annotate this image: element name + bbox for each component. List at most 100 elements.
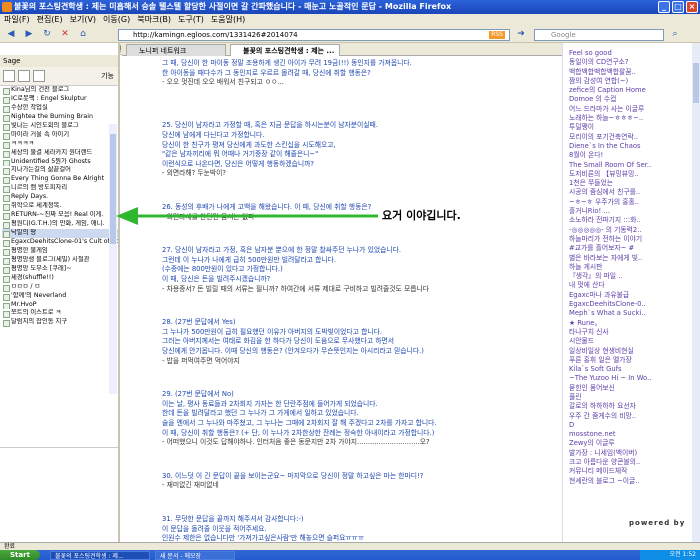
refresh-feeds-icon[interactable] — [3, 70, 15, 82]
blog-link[interactable]: 하늘마리가 전하는 이야기 — [569, 235, 684, 244]
blog-link[interactable]: 내 멋에 산다 — [569, 281, 684, 290]
minimize-button[interactable]: _ — [658, 1, 670, 13]
blog-link[interactable]: ★ Rune。 — [569, 319, 684, 328]
blog-link[interactable]: -◎◎◎◎◎- 의 기동력2.. — [569, 226, 684, 235]
feed-item[interactable]: 평명망생 블로그(세밀) 시절관 — [2, 256, 118, 265]
sage-options-button[interactable]: 기능 — [101, 71, 114, 83]
discover-feeds-icon[interactable] — [33, 70, 45, 82]
feed-item[interactable]: 세경(shuffle!!) — [2, 274, 118, 283]
feed-item[interactable]: 수상한 작업실 — [2, 104, 118, 113]
menu-item[interactable]: 보기(V) — [70, 15, 96, 24]
blog-link[interactable]: 『생각』의 파일 .. — [569, 272, 684, 281]
go-icon[interactable]: ➜ — [514, 28, 528, 41]
feed-item[interactable]: Reply Days. — [2, 193, 118, 203]
blog-link[interactable]: 시공의 줌심에서 친구를.. — [569, 188, 684, 197]
feed-item[interactable]: Unidentified 5뭔가 Ghosts — [2, 158, 118, 167]
blog-link[interactable]: Egaxc마나 과유불급 — [569, 291, 684, 300]
feed-item[interactable]: Nightea the Burning Brain — [2, 113, 118, 122]
back-icon[interactable]: ◀ — [4, 28, 18, 41]
blog-link[interactable]: 현셰란의 블로그 ~이글.. — [569, 477, 684, 486]
menu-item[interactable]: 이동(G) — [103, 15, 130, 24]
blog-link[interactable]: D — [569, 421, 684, 430]
blog-link[interactable]: The Small Room Of Ser.. — [569, 161, 684, 170]
feed-item[interactable]: Every Thing Gonna Be Alright — [2, 175, 118, 185]
blog-link[interactable]: 크고 아름다운 양콘볼의.. — [569, 458, 684, 467]
blog-link[interactable]: Meph`s What a Sucki.. — [569, 309, 684, 318]
menu-item[interactable]: 도구(T) — [178, 15, 204, 24]
rss-icon[interactable]: RSS — [489, 31, 505, 39]
blog-link[interactable]: 8월이 온다! — [569, 151, 684, 160]
feed-item[interactable]: 세상의 물결 세라카지 원더랜드 — [2, 149, 118, 158]
blog-link[interactable]: 일상비일상 현생비현실 — [569, 347, 684, 356]
blog-link[interactable]: 풀린 — [569, 393, 684, 402]
blog-link[interactable]: 커뮤니티 메이드체작 — [569, 467, 684, 476]
feed-item[interactable]: ㅁㅁㅁ / ㅁ — [2, 283, 118, 292]
browser-tab[interactable]: 노니퍼 네트워크 — [126, 44, 226, 56]
blog-link[interactable]: ~ㅎ~ㅎ 우주가의 홍홀.. — [569, 198, 684, 207]
blog-link[interactable]: 노래하는 하늘~ㅎㅎㅎ~.. — [569, 114, 684, 123]
feed-item[interactable]: '함께'의 Neverland — [2, 292, 118, 301]
feed-item[interactable]: 낙일의 땅 — [2, 229, 118, 238]
feed-item[interactable]: 평명한 물게임 — [2, 247, 118, 256]
blog-link[interactable]: Diene`s In the Chaos — [569, 142, 684, 151]
blog-link[interactable]: Domoe 의 수컵 — [569, 95, 684, 104]
blog-link[interactable]: 하늘 게시판 — [569, 263, 684, 272]
maximize-button[interactable]: □ — [672, 1, 684, 13]
close-button[interactable]: × — [686, 1, 698, 13]
blog-link[interactable]: EgaxcDeehitsClone-0.. — [569, 300, 684, 309]
search-input[interactable]: Google — [534, 29, 664, 41]
browser-tab[interactable]: 불꽃의 포스팅견학생 : 제는 ... — [230, 44, 340, 56]
blog-link[interactable]: 푸른 홍휘 일은 멜가장 — [569, 356, 684, 365]
home-icon[interactable]: ⌂ — [76, 28, 90, 41]
menu-item[interactable]: 파일(F) — [4, 15, 30, 24]
feed-item[interactable]: IC로봇팩 : Engel Skulptur — [2, 95, 118, 104]
stop-icon[interactable]: ✕ — [58, 28, 72, 41]
feed-item[interactable]: 평명망 도무소 [쿠래]~ — [2, 265, 118, 274]
feed-item[interactable]: Mr.HvoP — [2, 301, 118, 310]
url-input[interactable]: http://kamingn.egloos.com/1331426#201407… — [118, 29, 510, 41]
reload-icon[interactable]: ↻ — [40, 28, 54, 41]
blog-link[interactable]: 갈로의 하하하하 요선자 — [569, 402, 684, 411]
feed-item[interactable]: 빛나는 시인도회의 블로그 — [2, 122, 118, 131]
blog-link[interactable]: 소노하라 전파기지 :::화.. — [569, 216, 684, 225]
blog-link[interactable]: 시안물드 — [569, 337, 684, 346]
menu-item[interactable]: 도움말(H) — [211, 15, 245, 24]
blog-link[interactable]: Feel so good — [569, 49, 684, 58]
blog-link[interactable]: 투덜쨍이 — [569, 123, 684, 132]
blog-link[interactable]: 동일이의 CD연구소? — [569, 58, 684, 67]
start-button[interactable]: Start — [0, 550, 40, 560]
feed-item[interactable]: 달럼치의 잡인동 지구 — [2, 318, 118, 328]
blog-link[interactable]: 어느 드라마가 사는 이글루 — [569, 105, 684, 114]
feed-item[interactable]: Kina님의 건전 블로그 — [2, 86, 118, 95]
blog-link[interactable]: 1천은 쭈들었는 — [569, 179, 684, 188]
page-scrollbar[interactable] — [692, 43, 700, 542]
blog-link[interactable]: 모리이의 포기건축연락.. — [569, 133, 684, 142]
blog-link[interactable]: 흘거니Rio! ... — [569, 207, 684, 216]
feed-item[interactable]: 마이라 거울 속 아이기 — [2, 131, 118, 140]
taskbar-task[interactable]: 불꽃의 포스팅견학생 : 제... — [50, 551, 150, 560]
blog-link[interactable]: 별은 바라보는 자에게 빛.. — [569, 254, 684, 263]
blog-link[interactable]: 우주 간 줌게수의 비망.. — [569, 412, 684, 421]
feed-item[interactable]: 쥐학으로 세계정복. — [2, 202, 118, 212]
feed-item[interactable]: EgaxcDeehitsClone-01's Cult of Poly — [2, 238, 118, 247]
feed-item[interactable]: RETURN-~진짜 모음! Real 이게. — [2, 211, 118, 221]
menu-item[interactable]: 편집(E) — [37, 15, 63, 24]
taskbar-task[interactable]: 새 문서 - 메모장 — [155, 551, 235, 560]
blog-link[interactable]: 백합백합백합백합팔꿈.. — [569, 68, 684, 77]
blog-link[interactable]: Kila`s Soft Gufs — [569, 365, 684, 374]
blog-link[interactable]: 도저비른의 【뷰밍뷰밍.. — [569, 170, 684, 179]
feed-item[interactable]: 쪼트의 이스트로 ㅋ — [2, 309, 118, 319]
blog-link[interactable]: Zewy의 이글루 — [569, 439, 684, 448]
feed-item[interactable]: 평원디(G.T.H.)의 만화, 게임, 애니. — [2, 220, 118, 229]
feed-item[interactable]: 니르의 캠 방도피자리 — [2, 184, 118, 194]
blog-link[interactable]: ~The Yuzoo Hi ~ In Wo.. — [569, 374, 684, 383]
blog-link[interactable]: #교가를 흘어보자~ # — [569, 244, 684, 253]
menu-item[interactable]: 북마크(B) — [137, 15, 171, 24]
blog-link[interactable]: 짬의 감성여 연합(~) — [569, 77, 684, 86]
feed-item[interactable]: ㅋㅋㅋㅋ — [2, 140, 118, 149]
blog-link[interactable]: 타나구치 신사 — [569, 328, 684, 337]
forward-icon[interactable]: ▶ — [22, 28, 36, 41]
blog-link[interactable]: mosstone.net — [569, 430, 684, 439]
search-icon[interactable]: ⌕ — [668, 28, 682, 41]
bookmark-feeds-icon[interactable] — [18, 70, 30, 82]
